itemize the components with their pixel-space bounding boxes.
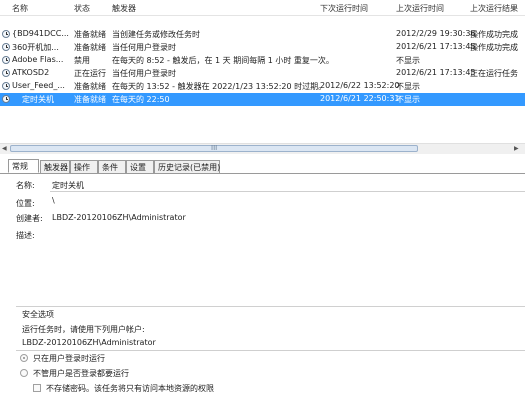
clock-icon <box>2 69 10 77</box>
tab-actions[interactable]: 操作 <box>70 160 98 173</box>
task-list: 名称 状态 触发器 下次运行时间 上次运行时间 上次运行结果 {BD941DCC… <box>0 0 525 110</box>
task-name: 360开机加... <box>12 43 59 52</box>
task-trigger: 在每天的 13:52 - 触发器在 2022/1/23 13:52:20 时过期… <box>112 82 327 91</box>
description-label: 描述: <box>16 231 35 240</box>
task-last-result: 正在运行任务 <box>470 69 518 78</box>
security-options-title: 安全选项 <box>22 310 54 319</box>
column-header-next-run[interactable]: 下次运行时间 <box>320 3 368 14</box>
divider <box>16 350 525 351</box>
task-name: Adobe Flas... <box>12 55 64 64</box>
task-trigger: 当任何用户登录时 <box>112 43 176 52</box>
author-label: 创建者: <box>16 214 43 223</box>
task-name: {BD941DCC... <box>12 29 69 38</box>
location-value: \ <box>52 196 55 205</box>
task-last-run: 不显示 <box>396 82 420 91</box>
task-list-header: 名称 状态 触发器 下次运行时间 上次运行时间 上次运行结果 <box>0 0 525 16</box>
task-name: 定时关机 <box>22 95 54 104</box>
run-as-value: LBDZ-20120106ZH\Administrator <box>22 338 156 347</box>
clock-icon <box>2 30 10 38</box>
task-status: 准备就绪 <box>74 95 106 104</box>
description-field[interactable] <box>50 228 525 298</box>
table-row[interactable]: Adobe Flas... 禁用 在每天的 8:52 - 触发后，在 1 天 期… <box>0 54 525 67</box>
scrollbar-thumb[interactable]: III <box>10 144 418 152</box>
task-trigger: 当任何用户登录时 <box>112 69 176 78</box>
scroll-left-arrow-icon[interactable]: ◀ <box>2 145 7 152</box>
table-row-selected[interactable]: 定时关机 准备就绪 在每天的 22:50 2012/6/21 22:50:31 … <box>0 93 525 106</box>
radio-whether-logged-on-label[interactable]: 不管用户是否登录都要运行 <box>33 368 129 379</box>
task-status: 准备就绪 <box>74 82 106 91</box>
column-header-last-result[interactable]: 上次运行结果 <box>470 3 518 14</box>
tab-history[interactable]: 历史记录(已禁用) <box>154 160 220 173</box>
table-row[interactable]: {BD941DCC... 准备就绪 当创建任务或修改任务时 2012/2/29 … <box>0 28 525 41</box>
task-name: User_Feed_... <box>12 81 65 90</box>
task-last-result: 操作成功完成 <box>470 43 518 52</box>
detail-tabs: 常规 触发器 操作 条件 设置 历史记录(已禁用) <box>0 159 525 174</box>
name-value[interactable]: 定时关机 <box>52 180 84 191</box>
location-label: 位置: <box>16 199 35 208</box>
task-next-run: 2012/6/22 13:52:20 <box>320 81 400 90</box>
scroll-grip: III <box>211 144 218 152</box>
table-row[interactable]: 360开机加... 准备就绪 当任何用户登录时 2012/6/21 17:13:… <box>0 41 525 54</box>
divider <box>50 191 525 192</box>
column-header-last-run[interactable]: 上次运行时间 <box>396 3 444 14</box>
tab-triggers[interactable]: 触发器 <box>40 160 70 173</box>
task-status: 准备就绪 <box>74 43 106 52</box>
table-row[interactable]: User_Feed_... 准备就绪 在每天的 13:52 - 触发器在 202… <box>0 80 525 93</box>
horizontal-scrollbar[interactable]: ◀ III ▶ <box>0 143 525 154</box>
task-trigger: 在每天的 8:52 - 触发后，在 1 天 期间每隔 1 小时 重复一次。 <box>112 56 334 65</box>
task-trigger: 当创建任务或修改任务时 <box>112 30 200 39</box>
clock-icon <box>2 82 10 90</box>
clock-icon <box>2 95 10 103</box>
radio-whether-logged-on-icon[interactable] <box>20 369 28 377</box>
tab-settings[interactable]: 设置 <box>126 160 154 173</box>
tab-general[interactable]: 常规 <box>8 159 39 173</box>
task-status: 禁用 <box>74 56 90 65</box>
task-trigger: 在每天的 22:50 <box>112 95 170 104</box>
task-status: 准备就绪 <box>74 30 106 39</box>
tab-conditions[interactable]: 条件 <box>98 160 126 173</box>
column-header-trigger[interactable]: 触发器 <box>112 3 136 14</box>
run-as-label: 运行任务时，请使用下列用户帐户: <box>22 325 145 334</box>
task-name: ATKOSD2 <box>12 68 50 77</box>
table-row[interactable]: ATKOSD2 正在运行 当任何用户登录时 2012/6/21 17:13:45… <box>0 67 525 80</box>
task-last-run: 2012/6/21 17:13:45 <box>396 42 476 51</box>
task-last-result: 操作成功完成 <box>470 30 518 39</box>
security-options-group: 安全选项 运行任务时，请使用下列用户帐户: LBDZ-20120106ZH\Ad… <box>16 306 525 413</box>
task-last-run: 不显示 <box>396 95 420 104</box>
general-panel: 名称: 定时关机 位置: \ 创建者: LBDZ-20120106ZH\Admi… <box>0 174 525 412</box>
column-header-status[interactable]: 状态 <box>74 3 90 14</box>
no-password-checkbox[interactable] <box>33 384 41 392</box>
author-value: LBDZ-20120106ZH\Administrator <box>52 213 186 222</box>
radio-logged-on-label[interactable]: 只在用户登录时运行 <box>33 353 105 364</box>
task-next-run: 2012/6/21 22:50:31 <box>320 94 400 103</box>
name-label: 名称: <box>16 181 35 190</box>
task-last-run: 不显示 <box>396 56 420 65</box>
column-header-name[interactable]: 名称 <box>12 3 28 14</box>
clock-icon <box>2 43 10 51</box>
task-last-run: 2012/6/21 17:13:45 <box>396 68 476 77</box>
no-password-label[interactable]: 不存储密码。该任务将只有访问本地资源的权限 <box>46 383 214 394</box>
radio-logged-on-icon[interactable] <box>20 354 28 362</box>
scroll-right-arrow-icon[interactable]: ▶ <box>514 145 519 152</box>
clock-icon <box>2 56 10 64</box>
task-status: 正在运行 <box>74 69 106 78</box>
task-last-run: 2012/2/29 19:30:36 <box>396 29 476 38</box>
